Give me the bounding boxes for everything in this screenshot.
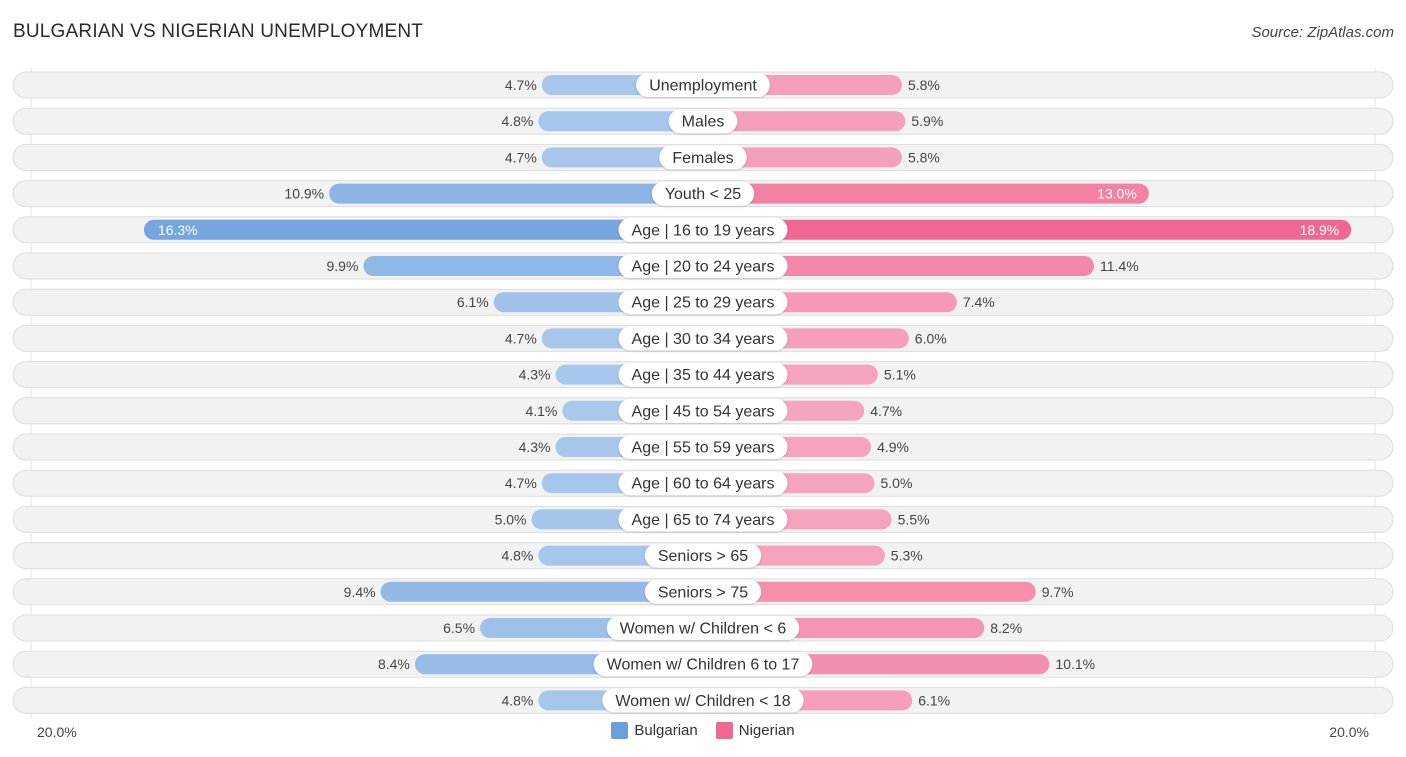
category-label: Age | 60 to 64 years bbox=[632, 476, 775, 493]
value-label-nigerian: 5.5% bbox=[898, 511, 930, 527]
category-label: Seniors > 75 bbox=[658, 584, 748, 601]
category-label: Age | 35 to 44 years bbox=[632, 367, 775, 384]
legend-item-nigerian[interactable]: Nigerian bbox=[715, 722, 795, 739]
chart-row: 4.1% 4.7% Age | 45 to 54 years bbox=[12, 397, 1394, 425]
value-label-nigerian: 5.1% bbox=[884, 367, 916, 383]
category-label: Women w/ Children < 6 bbox=[620, 621, 787, 638]
value-label-nigerian: 5.8% bbox=[908, 77, 940, 93]
category-label: Age | 65 to 74 years bbox=[632, 512, 775, 529]
chart-row: 4.7% 5.8% Unemployment bbox=[12, 71, 1394, 99]
category-label: Males bbox=[682, 114, 725, 131]
value-label-bulgarian: 6.1% bbox=[457, 294, 489, 310]
value-label-bulgarian: 4.7% bbox=[505, 475, 537, 491]
value-label-nigerian: 13.0% bbox=[1097, 186, 1137, 202]
value-label-bulgarian: 8.4% bbox=[378, 656, 410, 672]
value-label-nigerian: 4.9% bbox=[877, 439, 909, 455]
value-label-nigerian: 8.2% bbox=[990, 620, 1022, 636]
value-label-bulgarian: 6.5% bbox=[443, 620, 475, 636]
value-label-nigerian: 6.0% bbox=[915, 330, 947, 346]
value-label-bulgarian: 4.7% bbox=[505, 330, 537, 346]
value-label-nigerian: 11.4% bbox=[1100, 258, 1139, 274]
category-label: Unemployment bbox=[649, 78, 757, 95]
value-label-nigerian: 5.0% bbox=[881, 475, 913, 491]
diverging-bar-chart: 4.7% 5.8% Unemployment 4.8% 5.9% Males 4.7% 5.8… bbox=[12, 67, 1394, 719]
value-label-bulgarian: 4.8% bbox=[501, 548, 533, 564]
legend-label-nigerian: Nigerian bbox=[738, 722, 795, 739]
value-label-bulgarian: 4.7% bbox=[505, 77, 537, 93]
chart-row: 4.7% 5.0% Age | 60 to 64 years bbox=[12, 469, 1394, 497]
value-label-nigerian: 6.1% bbox=[918, 692, 950, 708]
value-label-nigerian: 5.9% bbox=[911, 113, 943, 129]
chart-row: 4.7% 5.8% Females bbox=[12, 143, 1394, 171]
category-label: Age | 55 to 59 years bbox=[632, 440, 775, 457]
value-label-bulgarian: 10.9% bbox=[284, 186, 324, 202]
value-label-bulgarian: 9.9% bbox=[327, 258, 359, 274]
bar-bulgarian bbox=[329, 183, 703, 204]
category-label: Age | 20 to 24 years bbox=[632, 259, 775, 276]
category-label: Age | 45 to 54 years bbox=[632, 403, 775, 420]
chart-row: 4.8% 5.9% Males bbox=[12, 107, 1394, 135]
value-label-nigerian: 4.7% bbox=[870, 403, 902, 419]
value-label-bulgarian: 4.8% bbox=[501, 692, 533, 708]
chart-row: 16.3% 18.9% Age | 16 to 19 years bbox=[12, 216, 1394, 244]
chart-row: 5.0% 5.5% Age | 65 to 74 years bbox=[12, 505, 1394, 533]
value-label-bulgarian: 4.8% bbox=[501, 113, 533, 129]
value-label-bulgarian: 4.1% bbox=[525, 403, 557, 419]
legend: Bulgarian Nigerian bbox=[0, 722, 1406, 739]
value-label-nigerian: 7.4% bbox=[963, 294, 995, 310]
category-label: Women w/ Children 6 to 17 bbox=[607, 657, 800, 674]
value-label-bulgarian: 16.3% bbox=[158, 222, 198, 238]
legend-swatch-nigerian bbox=[715, 722, 733, 739]
value-label-nigerian: 5.3% bbox=[891, 548, 923, 564]
chart-row: 9.9% 11.4% Age | 20 to 24 years bbox=[12, 252, 1394, 280]
chart-row: 6.1% 7.4% Age | 25 to 29 years bbox=[12, 288, 1394, 316]
value-label-nigerian: 10.1% bbox=[1055, 656, 1095, 672]
value-label-bulgarian: 4.7% bbox=[505, 149, 537, 165]
legend-swatch-bulgarian bbox=[611, 722, 629, 739]
chart-row: 4.3% 4.9% Age | 55 to 59 years bbox=[12, 433, 1394, 461]
value-label-nigerian: 18.9% bbox=[1300, 222, 1340, 238]
legend-item-bulgarian[interactable]: Bulgarian bbox=[611, 722, 698, 739]
legend-label-bulgarian: Bulgarian bbox=[634, 722, 698, 739]
value-label-bulgarian: 4.3% bbox=[519, 367, 551, 383]
chart-row: 8.4% 10.1% Women w/ Children 6 to 17 bbox=[12, 650, 1394, 678]
chart-row: 6.5% 8.2% Women w/ Children < 6 bbox=[12, 614, 1394, 642]
chart-row: 4.8% 6.1% Women w/ Children < 18 bbox=[12, 686, 1394, 714]
category-label: Females bbox=[672, 150, 733, 167]
category-label: Women w/ Children < 18 bbox=[615, 693, 790, 710]
value-label-nigerian: 9.7% bbox=[1042, 584, 1074, 600]
value-label-bulgarian: 5.0% bbox=[495, 511, 527, 527]
bar-nigerian bbox=[703, 219, 1352, 240]
category-label: Age | 16 to 19 years bbox=[632, 222, 775, 239]
value-label-bulgarian: 4.3% bbox=[519, 439, 551, 455]
value-label-bulgarian: 9.4% bbox=[344, 584, 376, 600]
chart-row: 9.4% 9.7% Seniors > 75 bbox=[12, 578, 1394, 606]
category-label: Seniors > 65 bbox=[658, 548, 748, 565]
chart-row: 4.3% 5.1% Age | 35 to 44 years bbox=[12, 361, 1394, 389]
chart-row: 10.9% 13.0% Youth < 25 bbox=[12, 180, 1394, 208]
category-label: Age | 25 to 29 years bbox=[632, 295, 775, 312]
chart-row: 4.8% 5.3% Seniors > 65 bbox=[12, 542, 1394, 570]
bar-nigerian bbox=[703, 183, 1149, 204]
category-label: Age | 30 to 34 years bbox=[632, 331, 775, 348]
chart-row: 4.7% 6.0% Age | 30 to 34 years bbox=[12, 324, 1394, 352]
value-label-nigerian: 5.8% bbox=[908, 149, 940, 165]
category-label: Youth < 25 bbox=[665, 186, 741, 203]
